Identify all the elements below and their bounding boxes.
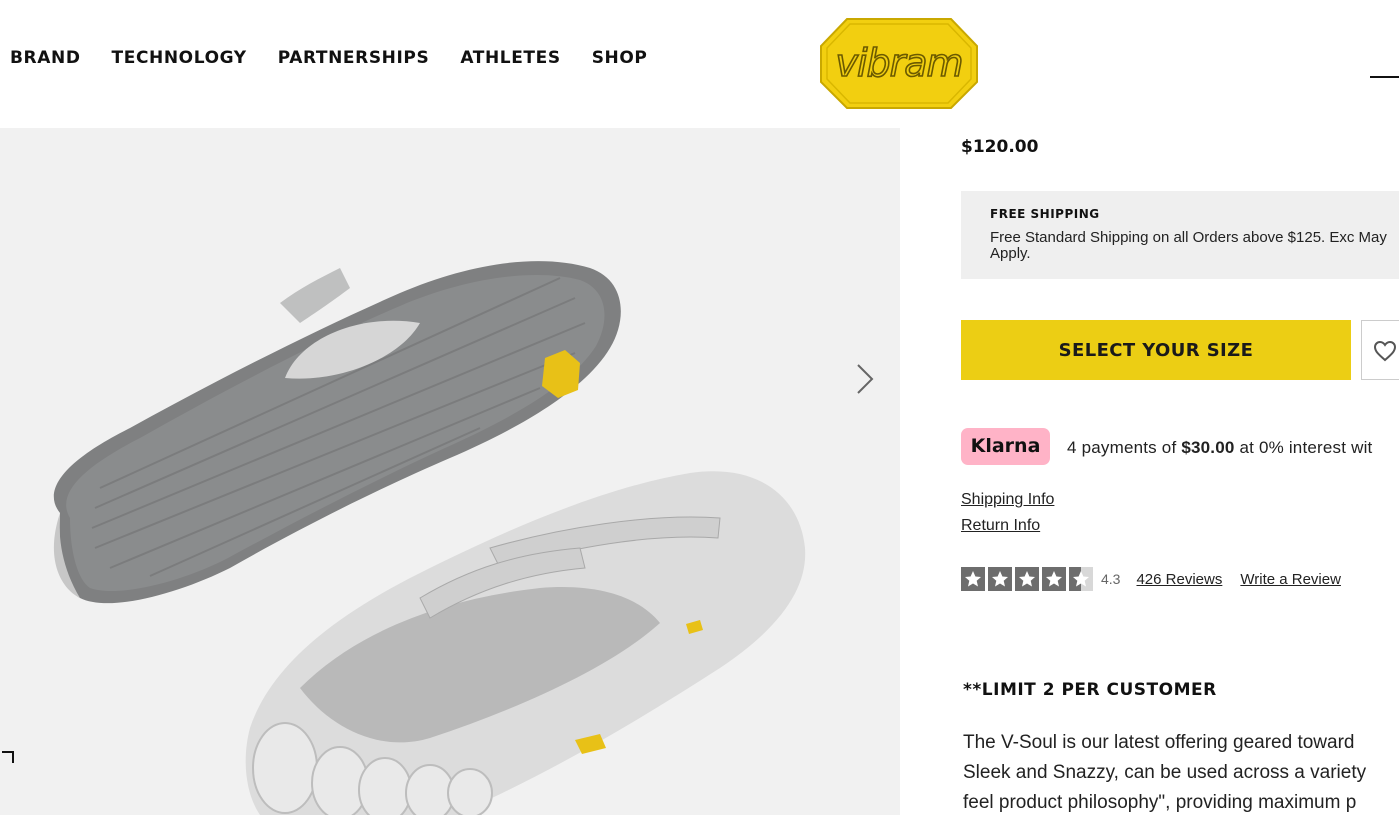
star-icon <box>1015 567 1039 591</box>
nav-technology[interactable]: TECHNOLOGY <box>112 47 247 69</box>
logo-wordmark: vibram <box>835 41 962 85</box>
klarna-payment-text: 4 payments of $30.00 at 0% interest wit <box>1067 438 1372 458</box>
product-gallery <box>0 128 900 815</box>
vibram-logo[interactable]: vibram <box>819 16 979 111</box>
nav-brand[interactable]: BRAND <box>10 47 81 69</box>
nav-partnerships[interactable]: PARTNERSHIPS <box>278 47 430 69</box>
select-size-button[interactable]: SELECT YOUR SIZE <box>961 320 1351 380</box>
write-review-link[interactable]: Write a Review <box>1240 571 1341 588</box>
return-info-link[interactable]: Return Info <box>961 517 1040 535</box>
shipping-text: Free Standard Shipping on all Orders abo… <box>990 229 1387 262</box>
star-icon <box>961 567 985 591</box>
nav-shop[interactable]: SHOP <box>592 47 648 69</box>
heart-icon <box>1373 340 1397 362</box>
product-details: $120.00 FREE SHIPPING Free Standard Ship… <box>900 128 1399 815</box>
description-line: The V-Soul is our latest offering geared… <box>963 732 1355 753</box>
shipping-notice: FREE SHIPPING Free Standard Shipping on … <box>961 191 1399 279</box>
main-nav: BRAND TECHNOLOGY PARTNERSHIPS ATHLETES S… <box>10 47 678 69</box>
klarna-badge[interactable]: Klarna <box>961 428 1050 465</box>
product-price: $120.00 <box>961 137 1039 157</box>
account-menu-line[interactable] <box>1370 76 1399 78</box>
shoe-side-view <box>245 471 806 815</box>
purchase-limit: **LIMIT 2 PER CUSTOMER <box>963 680 1217 700</box>
klarna-suffix: at 0% interest wit <box>1234 438 1373 457</box>
star-icon <box>1042 567 1066 591</box>
rating-value: 4.3 <box>1101 571 1121 587</box>
reviews-link[interactable]: 426 Reviews <box>1136 571 1222 588</box>
half-star-icon <box>1069 567 1093 591</box>
wishlist-button[interactable] <box>1361 320 1399 380</box>
shipping-info-link[interactable]: Shipping Info <box>961 491 1054 509</box>
product-image <box>53 261 806 815</box>
klarna-prefix: 4 payments of <box>1067 438 1182 457</box>
gallery-next-arrow[interactable] <box>852 362 878 396</box>
site-header: BRAND TECHNOLOGY PARTNERSHIPS ATHLETES S… <box>0 0 1399 128</box>
star-icon <box>988 567 1012 591</box>
product-description: The V-Soul is our latest offering geared… <box>963 728 1399 815</box>
description-line: Sleek and Snazzy, can be used across a v… <box>963 762 1367 783</box>
nav-athletes[interactable]: ATHLETES <box>460 47 560 69</box>
product-rating: 4.3 426 Reviews Write a Review <box>961 567 1341 591</box>
zoom-corner-icon[interactable] <box>1 750 15 764</box>
shipping-title: FREE SHIPPING <box>990 207 1100 221</box>
klarna-amount: $30.00 <box>1181 438 1235 457</box>
description-line: feel product philosophy", providing maxi… <box>963 792 1357 813</box>
